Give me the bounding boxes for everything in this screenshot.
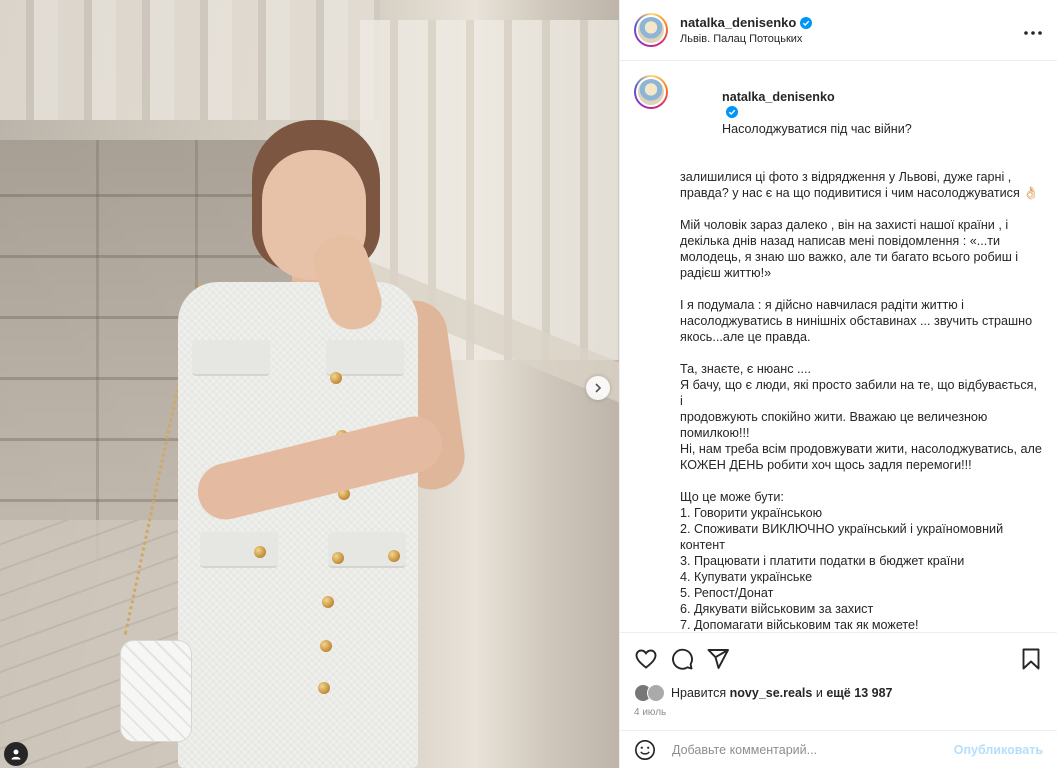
caption-line: декілька днів назад написав мені повідом…: [680, 234, 1001, 248]
chevron-right-icon: [595, 383, 602, 393]
caption-text: залишилися ці фото з відрядження у Львов…: [680, 153, 1043, 631]
comment-input[interactable]: [670, 741, 954, 758]
dress-button: [320, 640, 332, 652]
verified-badge-icon: [800, 16, 813, 29]
caption-body: natalka_denisenko Насолоджуватися під ча…: [680, 73, 1043, 631]
caption-line: якось...але це правда.: [680, 330, 811, 344]
caption-line: [680, 281, 1043, 297]
post-side-panel: natalka_denisenko Львів. Палац Потоцьких: [619, 0, 1057, 768]
caption-line: 7. Допомагати військовим так як можете!: [680, 618, 919, 631]
post-header: natalka_denisenko Львів. Палац Потоцьких: [620, 0, 1057, 61]
action-bar: [620, 632, 1057, 684]
caption-username[interactable]: natalka_denisenko: [722, 90, 835, 104]
dress-button: [332, 552, 344, 564]
caption-line: [680, 153, 1043, 169]
comment-bubble-icon[interactable]: [670, 647, 694, 671]
caption-line: помилкою!!!: [680, 426, 750, 440]
caption-line: І я подумала : я дійсно навчилася радіти…: [680, 298, 964, 312]
caption-line: [680, 345, 1043, 361]
caption-line: 1. Говорити українською: [680, 506, 823, 520]
caption-line: контент: [680, 538, 725, 552]
caption-title: Насолоджуватися під час війни?: [722, 122, 912, 136]
heart-icon[interactable]: [634, 647, 658, 671]
dress-button: [388, 550, 400, 562]
post-dialog: natalka_denisenko Львів. Палац Потоцьких: [0, 0, 1057, 768]
post-header-meta: natalka_denisenko Львів. Палац Потоцьких: [680, 15, 813, 45]
dress-button: [322, 596, 334, 608]
publish-button[interactable]: Опубликовать: [954, 743, 1043, 757]
caption-line: 5. Репост/Донат: [680, 586, 774, 600]
likes-count-link[interactable]: ещё 13 987: [826, 686, 892, 700]
author-avatar[interactable]: [634, 13, 668, 47]
avatar-image: [636, 77, 666, 107]
caption-line: Мій чоловік зараз далеко , він на захист…: [680, 218, 1009, 232]
author-username[interactable]: natalka_denisenko: [680, 15, 796, 30]
photo-dress: [178, 282, 418, 768]
caption-first-line: natalka_denisenko Насолоджуватися під ча…: [680, 73, 1043, 153]
post-caption: natalka_denisenko Насолоджуватися під ча…: [620, 61, 1057, 631]
caption-line: [680, 201, 1043, 217]
caption-line: 2. Споживати ВИКЛЮЧНО український і укра…: [680, 522, 1004, 536]
caption-line: 6. Дякувати військовим за захист: [680, 602, 874, 616]
author-username-row: natalka_denisenko: [680, 15, 813, 30]
likes-summary: Нравится novy_se.reals и ещё 13 987: [634, 684, 892, 702]
more-options-button[interactable]: [1023, 20, 1043, 41]
likes-prefix: Нравится: [671, 686, 727, 700]
post-photo[interactable]: [0, 0, 619, 768]
likes-connector: и: [815, 686, 823, 700]
caption-line: радієш життю!»: [680, 266, 772, 280]
dress-button: [330, 372, 342, 384]
more-horizontal-icon: [1024, 30, 1042, 35]
caption-line: [680, 473, 1043, 489]
dress-pocket: [192, 340, 270, 376]
user-tag-icon: [11, 749, 21, 760]
smiley-icon[interactable]: [634, 739, 656, 761]
dress-pocket: [326, 340, 404, 376]
caption-line: Ні, нам треба всім продовжувати жити, на…: [680, 442, 1042, 456]
liker-username[interactable]: novy_se.reals: [730, 686, 813, 700]
avatar[interactable]: [647, 684, 665, 702]
user-tags-button[interactable]: [4, 742, 28, 766]
caption-row: natalka_denisenko Насолоджуватися під ча…: [634, 73, 1043, 631]
caption-line: Я бачу, що є люди, які просто забили на …: [680, 378, 1041, 408]
paper-plane-icon[interactable]: [706, 647, 730, 671]
dress-button: [254, 546, 266, 558]
caption-line: Та, знаєте, є нюанс ....: [680, 362, 811, 376]
next-photo-button[interactable]: [586, 376, 610, 400]
caption-line: правда? у нас є на що подивитися і чим н…: [680, 186, 1039, 200]
post-location[interactable]: Львів. Палац Потоцьких: [680, 33, 812, 45]
post-date[interactable]: 4 июль: [634, 707, 666, 718]
caption-line: 3. Працювати і платити податки в бюджет …: [680, 554, 965, 568]
avatar-image: [636, 15, 666, 45]
photo-handbag: [120, 640, 192, 742]
verified-badge-icon: [726, 106, 738, 118]
caption-line: насолоджуватись в нинішніх обставинах ..…: [680, 314, 1033, 328]
caption-line: залишилися ці фото з відрядження у Львов…: [680, 170, 1012, 184]
caption-line: КОЖЕН ДЕНЬ робити хоч щось задля перемог…: [680, 458, 972, 472]
caption-line: 4. Купувати українське: [680, 570, 813, 584]
dress-button: [318, 682, 330, 694]
bookmark-icon[interactable]: [1019, 647, 1043, 671]
caption-line: Що це може бути:: [680, 490, 784, 504]
caption-line: молодець, я знаю шо важко, але ти багато…: [680, 250, 1019, 264]
dress-pocket: [200, 532, 278, 568]
caption-line: продовжують спокійно жити. Вважаю це вел…: [680, 410, 988, 424]
comment-bar: Опубликовать: [620, 730, 1057, 768]
liker-avatars: [634, 684, 665, 702]
caption-author-avatar[interactable]: [634, 75, 668, 109]
